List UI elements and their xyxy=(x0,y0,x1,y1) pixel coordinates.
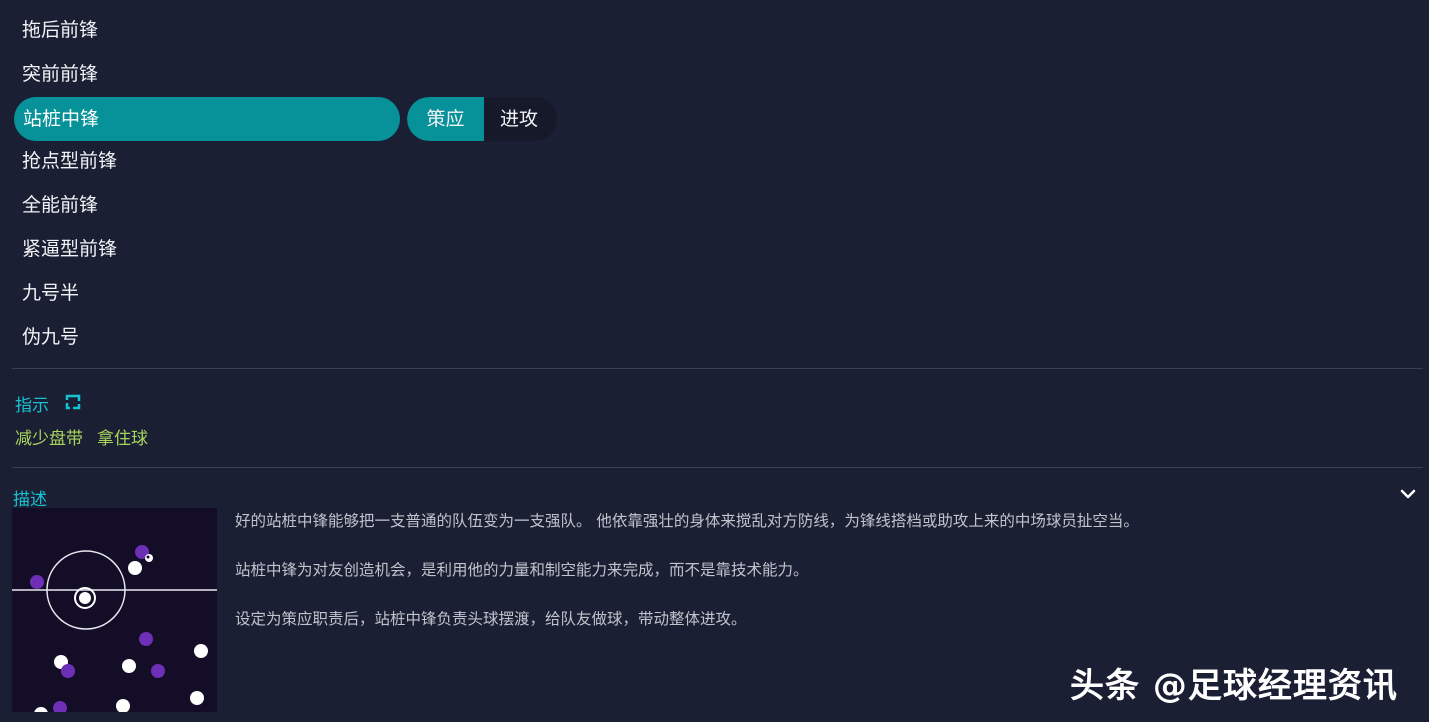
divider xyxy=(12,467,1423,468)
external-link-icon[interactable] xyxy=(64,393,82,411)
duty-toggle: 策应 进攻 xyxy=(407,97,557,141)
divider xyxy=(12,368,1423,369)
role-item-poacher[interactable]: 抢点型前锋 xyxy=(22,139,117,183)
role-item-target-forward[interactable]: 站桩中锋 xyxy=(14,97,400,141)
instructions-title: 指示 xyxy=(15,396,49,416)
role-movement-illustration xyxy=(12,508,217,712)
instruction-chip-dribble-less[interactable]: 减少盘带 xyxy=(15,424,83,449)
role-item-trequartista[interactable]: 九号半 xyxy=(22,271,79,315)
role-item-deep-lying-forward[interactable]: 拖后前锋 xyxy=(22,8,98,52)
role-item-false-nine[interactable]: 伪九号 xyxy=(22,315,79,359)
role-item-advanced-forward[interactable]: 突前前锋 xyxy=(22,52,98,96)
chevron-down-icon[interactable] xyxy=(1398,484,1418,504)
watermark: 头条 @足球经理资讯 xyxy=(1070,666,1398,706)
role-item-complete-forward[interactable]: 全能前锋 xyxy=(22,183,98,227)
duty-attack-option[interactable]: 进攻 xyxy=(484,97,551,141)
description-paragraph: 站桩中锋为对友创造机会，是利用他的力量和制空能力来完成，而不是靠技术能力。 xyxy=(235,561,809,579)
instruction-chip-hold-up-ball[interactable]: 拿住球 xyxy=(97,424,148,449)
description-title: 描述 xyxy=(13,490,47,510)
description-paragraph: 好的站桩中锋能够把一支普通的队伍变为一支强队。 他依靠强壮的身体来搅乱对方防线，… xyxy=(235,512,1139,530)
duty-support-option[interactable]: 策应 xyxy=(407,97,484,141)
description-paragraph: 设定为策应职责后，站桩中锋负责头球摆渡，给队友做球，带动整体进攻。 xyxy=(235,610,747,628)
role-item-pressing-forward[interactable]: 紧逼型前锋 xyxy=(22,227,117,271)
